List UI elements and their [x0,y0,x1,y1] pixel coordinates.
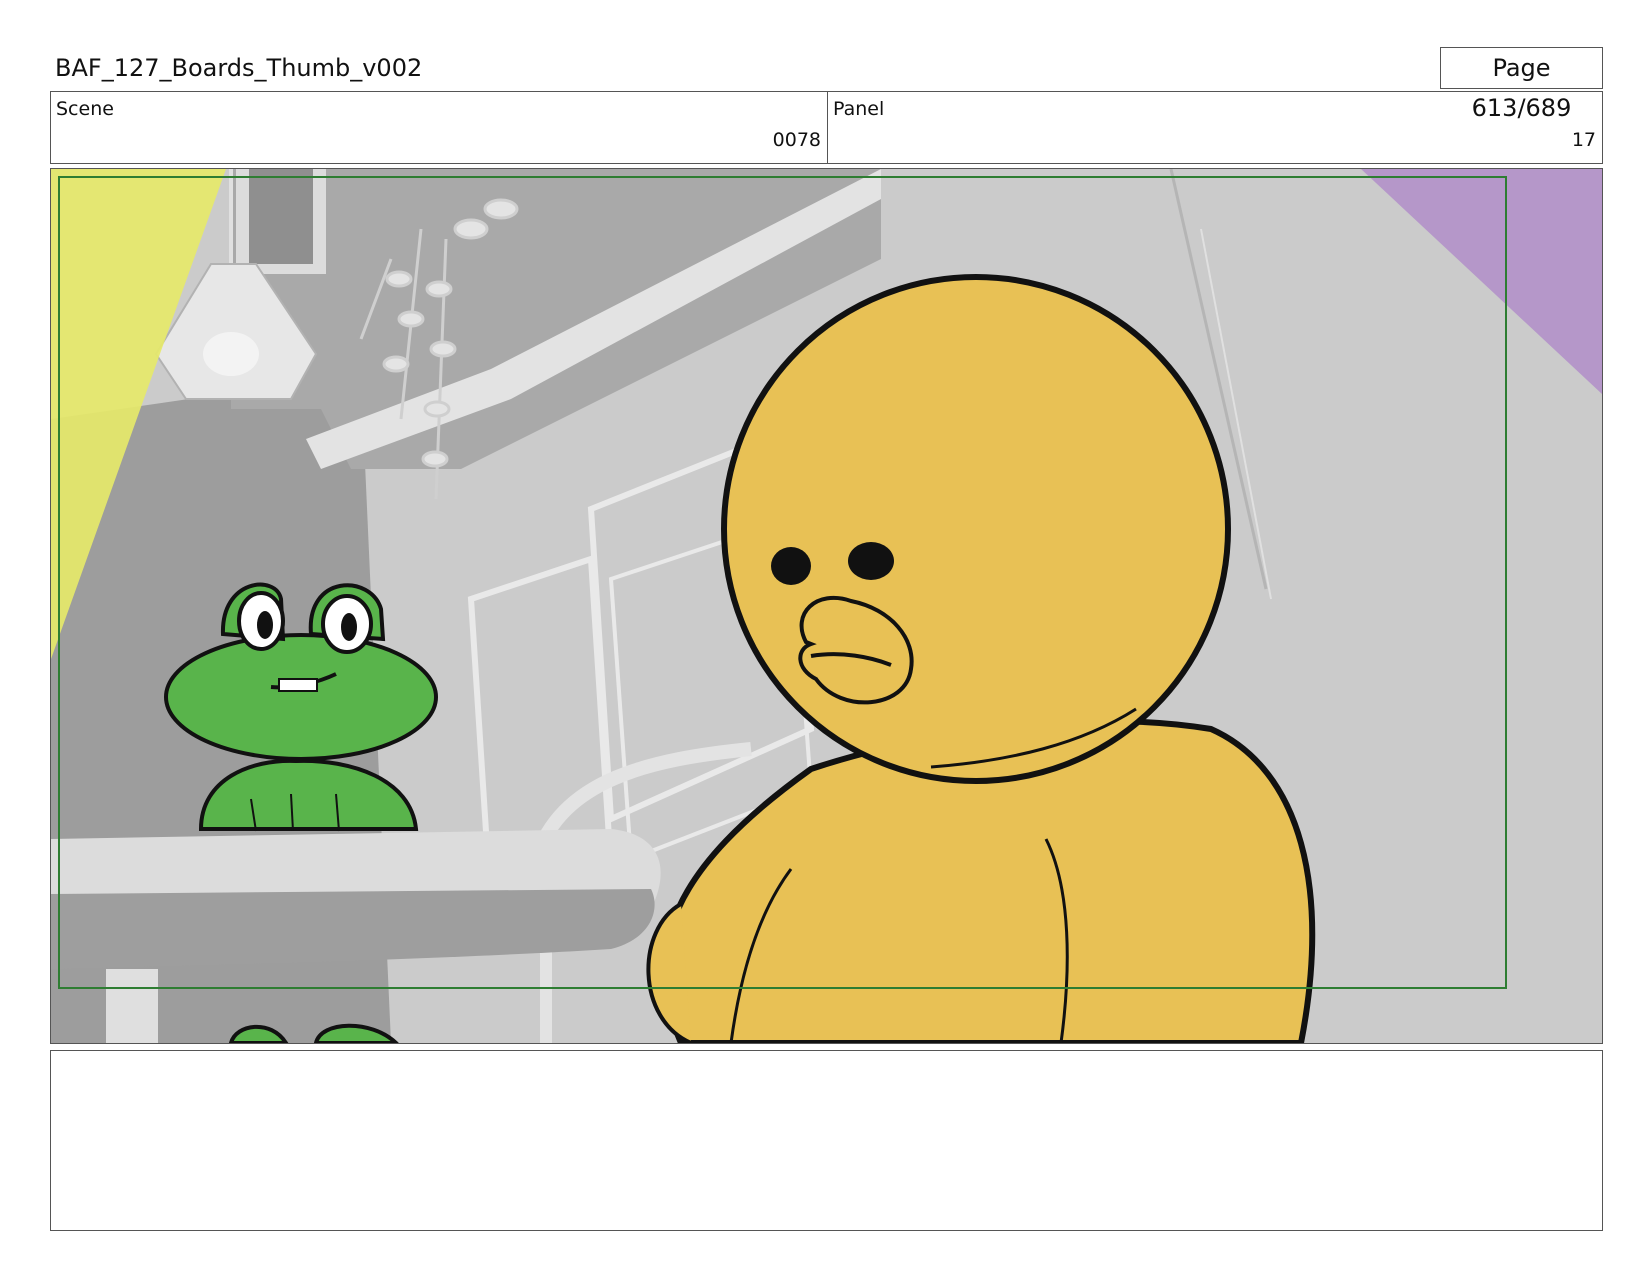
frog-pupil [257,611,273,639]
page-indicator: Page 613/689 [1440,47,1603,122]
scene-panel-info: Scene 0078 Panel 17 [50,91,1603,164]
frog-pupil [341,613,357,641]
duck-head [721,274,1231,784]
scene-cell: Scene 0078 [51,92,828,163]
lamp-bulb [203,332,259,376]
duck-eye [848,542,894,580]
table-leg [106,969,158,1043]
notes-box[interactable] [50,1050,1603,1231]
document-title: BAF_127_Boards_Thumb_v002 [55,54,423,82]
scene-label: Scene [56,98,114,120]
frog-head [164,633,438,761]
scene-value: 0078 [772,129,821,151]
duck-eye [771,547,811,585]
panel-value: 17 [1571,129,1596,151]
storyboard-illustration [51,169,1602,1043]
frog-teeth [278,678,318,692]
window-pane [249,169,313,264]
panel-label: Panel [833,98,885,120]
storyboard-frame [50,168,1603,1044]
panel-cell: Panel 17 [828,92,1602,163]
